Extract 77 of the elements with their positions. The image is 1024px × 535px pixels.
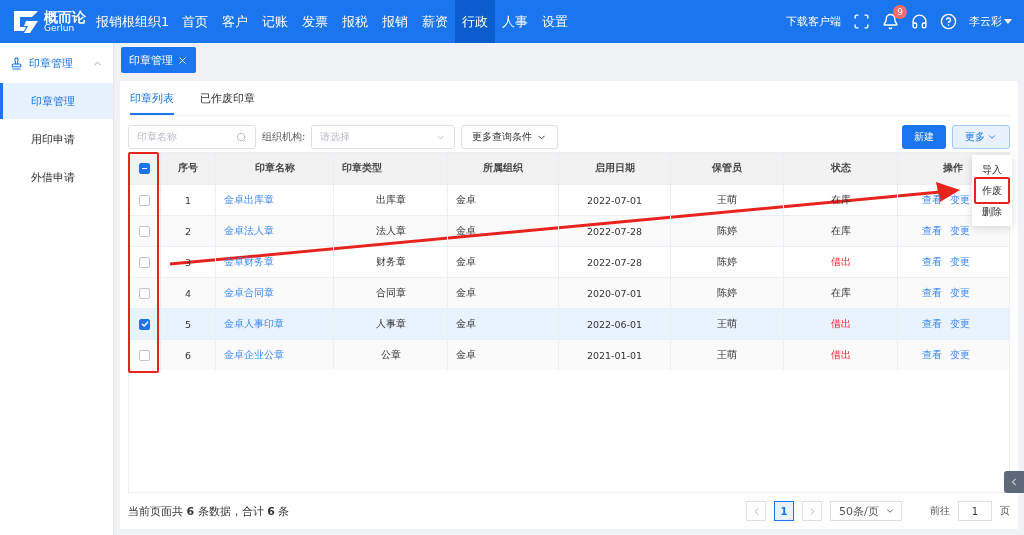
table-cell: 公章 xyxy=(334,340,448,370)
nav-item[interactable]: 薪资 xyxy=(415,0,456,43)
logo-name: 概而论 xyxy=(44,10,86,24)
notification-icon[interactable] xyxy=(882,13,899,30)
stamp-icon xyxy=(10,56,23,70)
chevron-icon xyxy=(885,506,895,516)
chevron-icon xyxy=(987,132,997,142)
headset-icon[interactable] xyxy=(911,13,928,30)
nav-item[interactable]: 报销 xyxy=(375,0,416,43)
checkbox[interactable] xyxy=(139,349,150,361)
checkbox[interactable] xyxy=(139,163,150,174)
sidebar-item[interactable]: 印章管理 xyxy=(0,83,113,119)
action-link[interactable]: 变更 xyxy=(950,317,970,331)
sidebar-group[interactable]: 印章管理 xyxy=(0,43,113,83)
close-icon[interactable] xyxy=(177,54,188,66)
organization-name[interactable]: 报销根组织1 xyxy=(96,12,170,31)
scan-icon[interactable] xyxy=(853,13,870,30)
table-cell: 2021-01-01 xyxy=(559,340,671,370)
action-link[interactable]: 变更 xyxy=(950,193,970,207)
seal-name-link[interactable]: 金卓企业公章 xyxy=(216,340,334,370)
status-text: 借出 xyxy=(830,317,851,331)
tab[interactable]: 已作废印章 xyxy=(200,85,255,115)
nav-item[interactable]: 人事 xyxy=(495,0,536,43)
download-link[interactable]: 下载客户端 xyxy=(786,14,841,29)
nav-item[interactable]: 发票 xyxy=(295,0,336,43)
action-link[interactable]: 查看 xyxy=(922,224,942,238)
nav-item[interactable]: 记账 xyxy=(255,0,296,43)
tab[interactable]: 印章列表 xyxy=(130,85,174,115)
annotation-box xyxy=(974,177,1010,204)
goto-label: 前往 xyxy=(930,504,950,518)
checkbox[interactable] xyxy=(139,225,150,237)
page-size-select[interactable]: 50条/页 xyxy=(830,501,902,521)
status-text: 借出 xyxy=(830,348,851,362)
checkbox[interactable] xyxy=(139,194,150,206)
action-link[interactable]: 变更 xyxy=(950,286,970,300)
page-input[interactable]: 1 xyxy=(958,501,992,521)
status-text: 在库 xyxy=(830,224,851,238)
status-text: 在库 xyxy=(830,286,851,300)
nav-item[interactable]: 客户 xyxy=(215,0,256,43)
sidebar-item[interactable]: 外借申请 xyxy=(0,159,113,195)
action-link[interactable]: 变更 xyxy=(950,348,970,362)
menu-item[interactable]: 删除 xyxy=(978,201,1006,222)
table-cell: 6 xyxy=(161,340,216,370)
nav-item[interactable]: 报税 xyxy=(335,0,376,43)
checkbox[interactable] xyxy=(139,256,150,268)
field-label: 组织机构: xyxy=(262,130,306,144)
menu-item[interactable]: 导入 xyxy=(978,159,1006,180)
search-icon xyxy=(236,131,247,143)
user-name[interactable]: 李云彩 xyxy=(969,14,1002,29)
nav-item[interactable]: 设置 xyxy=(535,0,576,43)
checkbox[interactable] xyxy=(139,287,150,299)
page-button[interactable]: 1 xyxy=(774,501,794,521)
more-button[interactable]: 更多 xyxy=(952,125,1010,149)
collapse-button[interactable] xyxy=(1004,471,1024,493)
table-cell: 金卓 xyxy=(448,340,559,370)
summary-text: 当前页面共 6 条数据，合计 6 条 xyxy=(128,503,290,519)
page-unit: 页 xyxy=(1000,504,1010,518)
logo-subtitle: Gerlun xyxy=(44,24,75,33)
notification-badge: 9 xyxy=(893,5,907,19)
status-text: 借出 xyxy=(830,255,851,269)
action-link[interactable]: 变更 xyxy=(950,255,970,269)
sidebar-item[interactable]: 用印申请 xyxy=(0,121,113,157)
new-button[interactable]: 新建 xyxy=(902,125,946,149)
nav-item[interactable]: 首页 xyxy=(175,0,216,43)
action-link[interactable]: 查看 xyxy=(922,348,942,362)
page-tab[interactable]: 印章管理 xyxy=(121,47,196,73)
action-link[interactable]: 查看 xyxy=(922,317,942,331)
caret-icon[interactable] xyxy=(1004,18,1012,25)
help-icon[interactable] xyxy=(940,13,957,30)
nav-item[interactable]: 行政 xyxy=(455,0,496,43)
more-filters-button[interactable]: 更多查询条件 xyxy=(461,125,559,149)
checkbox[interactable] xyxy=(139,318,150,330)
logo-icon xyxy=(12,8,40,35)
action-link[interactable]: 变更 xyxy=(950,224,970,238)
table-cell: 王萌 xyxy=(671,340,784,370)
action-link[interactable]: 查看 xyxy=(922,255,942,269)
action-link[interactable]: 查看 xyxy=(922,286,942,300)
